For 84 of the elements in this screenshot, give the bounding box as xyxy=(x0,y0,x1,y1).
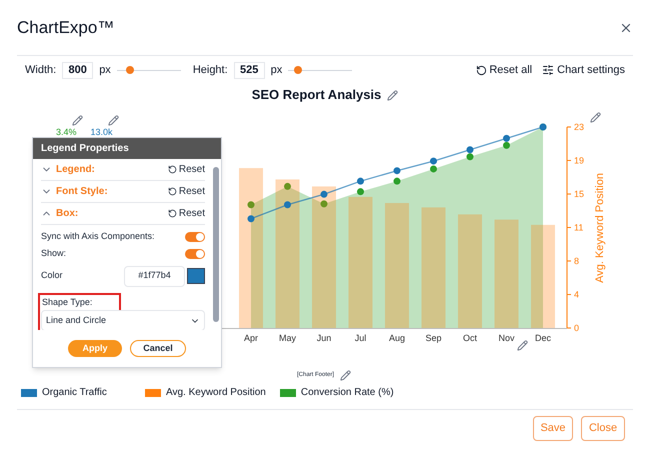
axis-tick-label: 8 xyxy=(574,256,580,266)
data-point[interactable] xyxy=(248,201,254,208)
reset-all-button[interactable]: Reset all xyxy=(476,62,532,78)
reset-icon xyxy=(168,165,177,174)
size-label: Width: xyxy=(25,62,56,78)
legend-swatch[interactable] xyxy=(21,388,37,396)
data-point[interactable] xyxy=(284,182,291,190)
legend-swatch[interactable] xyxy=(280,388,296,396)
axis-tick-label: 15 xyxy=(574,189,584,200)
panel-header: Legend Properties xyxy=(33,138,221,159)
size-label: Height: xyxy=(192,62,228,78)
reset-button[interactable]: Reset xyxy=(168,162,205,177)
pencil-icon[interactable] xyxy=(590,112,601,123)
unit-label: px xyxy=(270,62,282,78)
axis-label: Oct xyxy=(463,333,477,343)
pencil-icon[interactable] xyxy=(517,340,528,351)
size-slider[interactable] xyxy=(288,65,352,75)
toggle-switch[interactable] xyxy=(185,232,205,242)
data-point[interactable] xyxy=(503,142,510,149)
data-point[interactable] xyxy=(284,201,291,208)
app-title: ChartExpo™ xyxy=(17,16,114,39)
data-point[interactable] xyxy=(430,165,437,172)
bar[interactable] xyxy=(276,179,300,328)
pencil-icon[interactable] xyxy=(108,115,119,126)
axis-label: Sep xyxy=(426,333,442,343)
reset-icon xyxy=(168,187,177,196)
data-point[interactable] xyxy=(503,134,510,142)
unit-label: px xyxy=(99,62,111,78)
axis-label: Aug xyxy=(389,333,405,343)
pencil-icon[interactable] xyxy=(72,115,83,126)
legend-label: Conversion Rate (%) xyxy=(300,386,394,400)
axis-tick-label: 23 xyxy=(574,122,584,132)
axis-label: Nov xyxy=(498,333,514,343)
data-point[interactable] xyxy=(394,178,400,185)
bar[interactable] xyxy=(239,168,263,328)
axis-tick-label: 19 xyxy=(574,155,584,166)
axis-label: Jun xyxy=(316,333,332,343)
axis-tick-label: 11 xyxy=(574,222,584,232)
chart-title: SEO Report Analysis xyxy=(252,86,382,104)
slider-thumb[interactable] xyxy=(294,66,302,74)
axis-tick-label: 0 xyxy=(574,323,580,333)
data-point[interactable] xyxy=(320,190,328,198)
size-slider[interactable] xyxy=(116,65,181,75)
legend-swatch[interactable] xyxy=(145,388,161,396)
size-input[interactable]: 800 xyxy=(62,62,94,78)
axis-title: Avg. Keyword Position xyxy=(594,173,606,283)
color-swatch[interactable] xyxy=(187,268,205,284)
slider-thumb[interactable] xyxy=(126,66,134,74)
data-label: 3.4% xyxy=(56,126,77,139)
data-point[interactable] xyxy=(466,146,474,154)
axis-tick-label: 4 xyxy=(574,290,580,300)
legend-label: Organic Traffic xyxy=(42,386,107,400)
pencil-icon[interactable] xyxy=(340,370,352,381)
data-point[interactable] xyxy=(394,167,400,174)
data-point[interactable] xyxy=(466,153,474,160)
data-point[interactable] xyxy=(320,200,328,208)
reset-icon xyxy=(476,64,488,76)
scrollbar[interactable] xyxy=(213,167,219,322)
setting-label: Shape Type: xyxy=(42,296,92,309)
axis-label: May xyxy=(279,333,296,343)
cancel-button[interactable]: Cancel xyxy=(130,340,186,357)
reset-icon xyxy=(168,209,177,218)
axis-label: Dec xyxy=(535,333,551,343)
legend-label: Avg. Keyword Position xyxy=(166,386,266,400)
chart-settings-button[interactable]: Chart settings xyxy=(542,62,625,78)
size-input[interactable]: 525 xyxy=(234,62,265,78)
setting-label: Show: xyxy=(41,247,66,260)
setting-label: Sync with Axis Components: xyxy=(41,230,155,244)
axis-label: Apr xyxy=(244,333,258,343)
setting-label: Color xyxy=(41,269,63,282)
data-point[interactable] xyxy=(357,188,364,196)
reset-button[interactable]: Reset xyxy=(168,206,205,221)
axis-label: Jul xyxy=(354,333,366,343)
toggle-switch[interactable] xyxy=(185,249,205,259)
reset-button[interactable]: Reset xyxy=(168,184,205,199)
pencil-icon[interactable] xyxy=(387,90,398,100)
data-point[interactable] xyxy=(248,215,254,222)
data-label: 13.0k xyxy=(90,126,113,139)
data-point[interactable] xyxy=(357,178,364,185)
data-point[interactable] xyxy=(430,158,437,165)
color-input[interactable]: #1f77b4 xyxy=(124,266,185,286)
settings-icon xyxy=(542,64,554,76)
bar[interactable] xyxy=(312,186,336,328)
shape-type-select[interactable]: Line and Circle xyxy=(41,310,205,330)
